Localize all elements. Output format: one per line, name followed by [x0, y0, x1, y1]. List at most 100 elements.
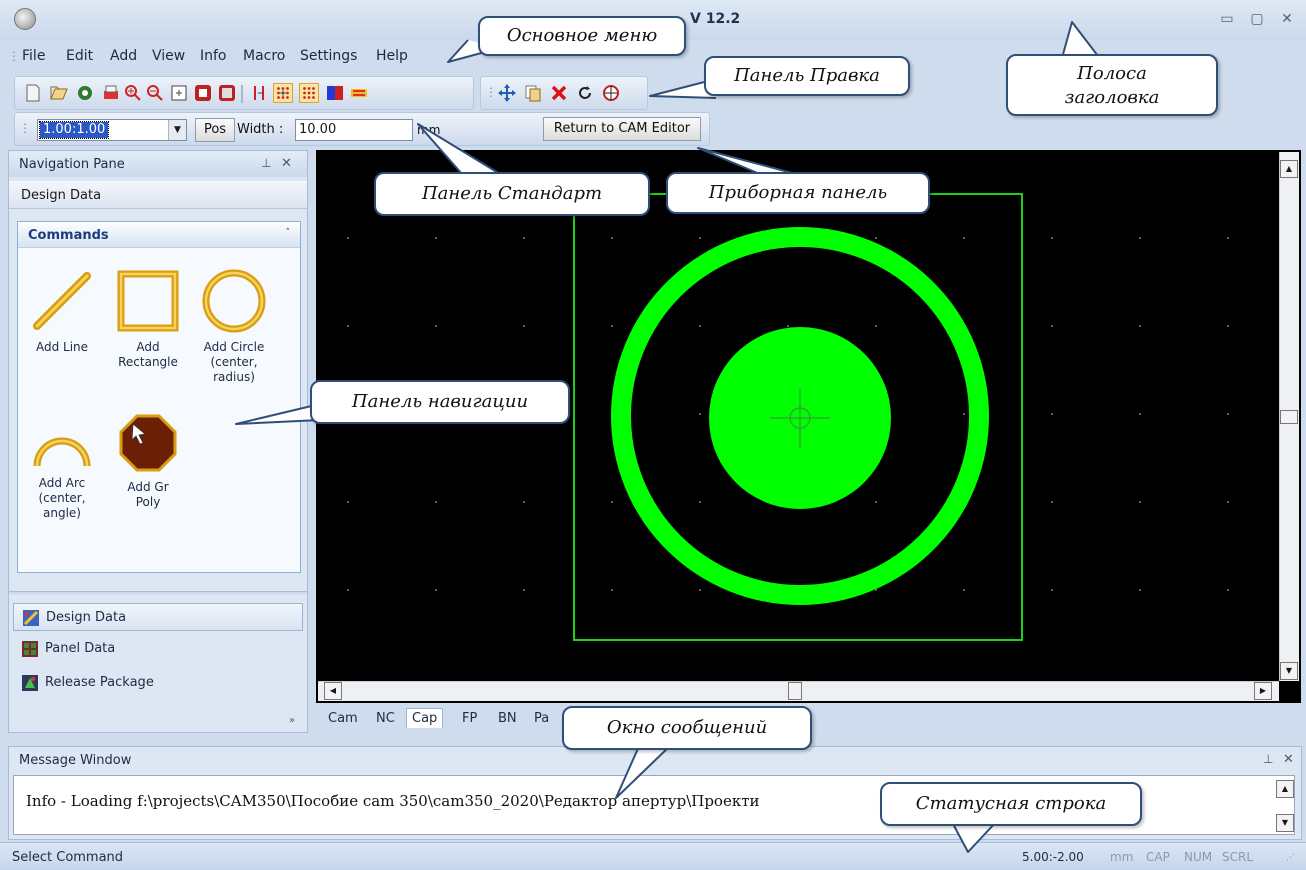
window-title: V 12.2 [690, 11, 741, 27]
navigation-pane-title: Navigation Pane [19, 157, 125, 172]
delete-icon[interactable] [549, 83, 569, 103]
rotate-icon[interactable] [575, 83, 595, 103]
app-icon[interactable] [14, 8, 36, 30]
drawing-canvas[interactable] [316, 150, 1301, 703]
nav-design-data-button[interactable]: Design Data [13, 603, 303, 631]
dashboard-panel-callout: Приборная панель [666, 172, 930, 214]
nav-button-label: Design Data [46, 610, 127, 625]
add-line-command[interactable]: Add Line [20, 268, 104, 355]
polygon-icon [119, 414, 177, 472]
commands-panel: Commands ˄ Add Line Add Rectangle Add Ci… [17, 221, 301, 573]
zoom-select[interactable]: 1.00:1.00 ▼ [37, 119, 187, 141]
collapse-icon[interactable]: ˄ [286, 228, 291, 238]
open-file-icon[interactable] [49, 83, 69, 103]
move-icon[interactable] [497, 83, 517, 103]
status-bar: Select Command 5.00:-2.00 mm CAP NUM SCR… [0, 842, 1306, 870]
edit-toolbar: ⋮ [480, 76, 648, 110]
menu-file[interactable]: File [22, 48, 45, 64]
rectangle-icon [117, 270, 179, 332]
menu-add[interactable]: Add [110, 48, 137, 64]
add-gr-poly-command[interactable]: Add Gr Poly [106, 412, 190, 510]
scroll-down-icon[interactable]: ▼ [1276, 814, 1294, 832]
navigation-pane: Navigation Pane ⊥ ✕ Design Data Commands… [8, 150, 308, 733]
scroll-lock-indicator: SCRL [1222, 850, 1254, 864]
standard-toolbar [14, 76, 474, 110]
new-file-icon[interactable] [23, 83, 43, 103]
zoom-value: 1.00:1.00 [38, 121, 110, 139]
mirror-icon[interactable] [601, 83, 621, 103]
pin-icon[interactable]: ⊥ [261, 156, 271, 170]
navigation-panel-callout: Панель навигации [310, 380, 570, 424]
unit-label: mm [417, 123, 441, 137]
zoom-in-icon[interactable] [123, 83, 143, 103]
scroll-right-icon[interactable]: ▶ [1254, 682, 1272, 700]
maximize-button[interactable]: ▢ [1244, 8, 1270, 30]
tab-nc[interactable]: NC [376, 711, 395, 726]
vertical-scrollbar[interactable]: ▲ ▼ [1279, 152, 1299, 681]
tab-cam[interactable]: Cam [328, 711, 358, 726]
add-rectangle-command[interactable]: Add Rectangle [106, 268, 190, 370]
nav-release-package-button[interactable]: Release Package [13, 669, 303, 697]
minimize-button[interactable]: ▭ [1214, 8, 1240, 30]
more-icon[interactable]: » [289, 715, 295, 726]
command-label: radius) [213, 370, 255, 384]
scroll-thumb[interactable] [1280, 410, 1298, 424]
tab-fp[interactable]: FP [462, 711, 477, 726]
tab-pa[interactable]: Pa [534, 711, 549, 726]
menu-info[interactable]: Info [200, 48, 227, 64]
menu-help[interactable]: Help [376, 48, 408, 64]
zoom-out-icon[interactable] [145, 83, 165, 103]
add-arc-command[interactable]: Add Arc (center, angle) [20, 418, 104, 521]
status-bar-callout: Статусная строка [880, 782, 1142, 826]
return-to-cam-editor-button[interactable]: Return to CAM Editor [543, 117, 701, 141]
commands-header[interactable]: Commands ˄ [18, 222, 300, 248]
cursor-coordinates: 5.00:-2.00 [1022, 850, 1084, 864]
resize-grip-icon[interactable]: ⋰ [1286, 853, 1295, 863]
circle-icon [202, 269, 266, 333]
zoom-all-icon[interactable] [193, 83, 213, 103]
horizontal-scrollbar[interactable]: ◀ ▶ [318, 681, 1279, 701]
snap-icon[interactable] [249, 83, 269, 103]
width-field[interactable]: 10.00 [295, 119, 413, 141]
splitter[interactable] [9, 591, 307, 597]
menu-edit[interactable]: Edit [66, 48, 93, 64]
command-label: (center, [38, 491, 86, 505]
message-text: Info - Loading f:\projects\CAM350\Пособи… [26, 792, 760, 810]
scroll-thumb[interactable] [788, 682, 802, 700]
menu-view[interactable]: View [152, 48, 185, 64]
zoom-window-icon[interactable] [169, 83, 189, 103]
command-label: (center, [210, 355, 258, 369]
pin-icon[interactable]: ⊥ [1263, 752, 1273, 766]
tab-bn[interactable]: BN [498, 711, 517, 726]
zoom-previous-icon[interactable] [217, 83, 237, 103]
scroll-down-icon[interactable]: ▼ [1280, 662, 1298, 680]
layers-icon[interactable] [325, 83, 345, 103]
scroll-left-icon[interactable]: ◀ [324, 682, 342, 700]
scroll-up-icon[interactable]: ▲ [1276, 780, 1294, 798]
chevron-down-icon[interactable]: ▼ [168, 120, 186, 140]
close-icon[interactable]: ✕ [1283, 752, 1294, 767]
menu-settings[interactable]: Settings [300, 48, 357, 64]
tab-cap[interactable]: Cap [406, 708, 444, 728]
print-icon[interactable] [101, 83, 121, 103]
grid-icon[interactable] [273, 83, 293, 103]
command-label: Add Arc [38, 476, 86, 490]
close-icon[interactable]: ✕ [281, 156, 292, 171]
pos-button[interactable]: Pos [195, 118, 235, 142]
close-button[interactable]: ✕ [1274, 8, 1300, 30]
menu-macro[interactable]: Macro [243, 48, 285, 64]
status-text: Select Command [12, 850, 124, 865]
dashboard-toolbar: ⋮ 1.00:1.00 ▼ Pos Width : 10.00 mm Retur… [14, 112, 710, 146]
dot-grid-icon[interactable] [299, 83, 319, 103]
highlight-icon[interactable] [349, 83, 369, 103]
add-circle-command[interactable]: Add Circle (center, radius) [192, 268, 276, 385]
redraw-icon[interactable] [75, 83, 95, 103]
scroll-up-icon[interactable]: ▲ [1280, 160, 1298, 178]
copy-icon[interactable] [523, 83, 543, 103]
standard-panel-callout: Панель Стандарт [374, 172, 650, 216]
edit-panel-callout: Панель Правка [704, 56, 910, 96]
unit-indicator: mm [1110, 850, 1134, 864]
command-label: Add [136, 340, 160, 354]
nav-panel-data-button[interactable]: Panel Data [13, 635, 303, 663]
toolbar-separator [241, 85, 243, 103]
